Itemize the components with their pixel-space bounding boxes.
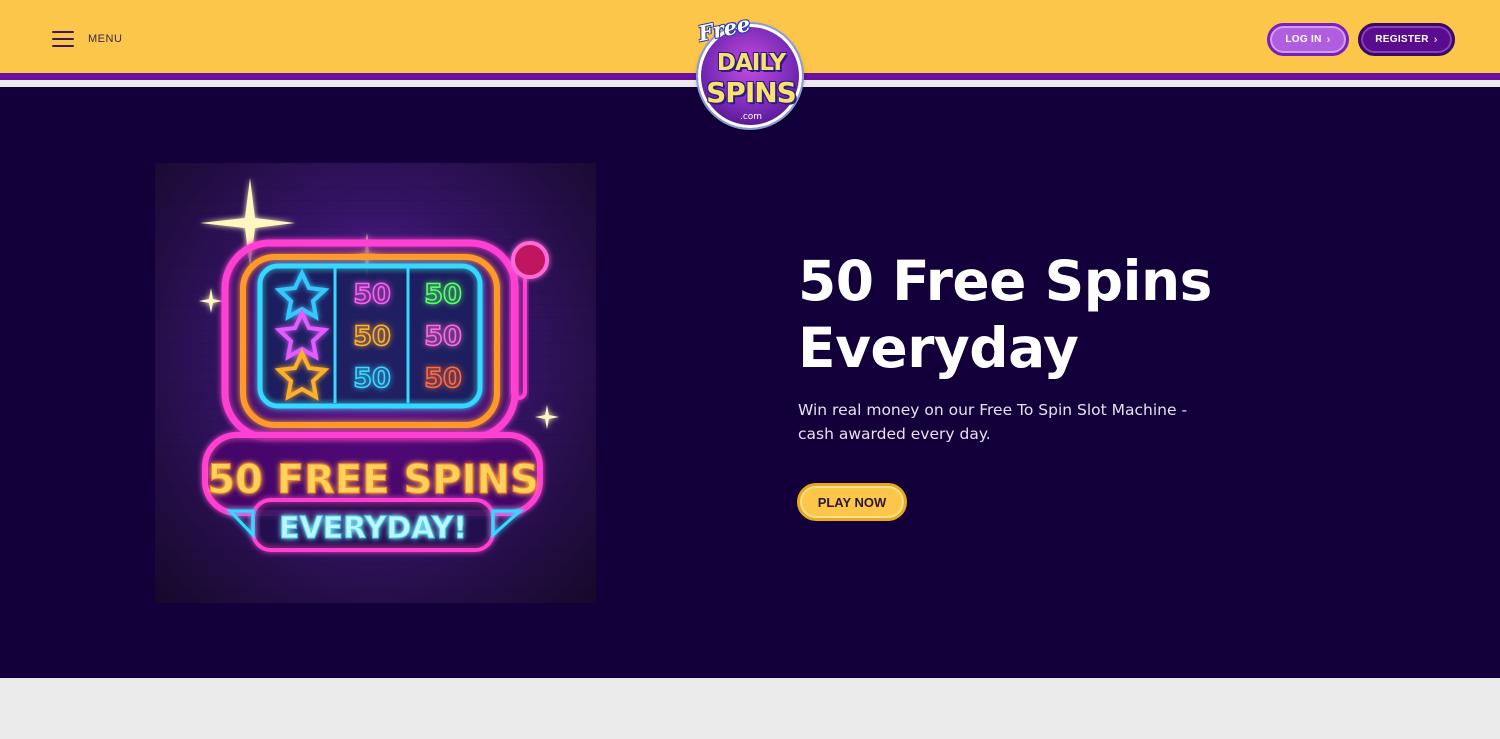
banner-line-2: EVERYDAY!: [279, 511, 467, 546]
slot-machine-promo-image: 50 50 50 50 50 50 50 FREE SPINS EVERYDAY…: [155, 163, 596, 603]
slot-machine-illustration: 50 50 50 50 50 50 50 FREE SPINS EVERYDAY…: [199, 178, 559, 552]
menu-label: MENU: [88, 33, 123, 45]
logo-spins-text: SPINS: [706, 76, 797, 109]
chevron-right-icon: ›: [1433, 33, 1438, 46]
logo-daily-text: DAILY: [716, 50, 786, 76]
reel-value: 50: [353, 321, 391, 352]
register-label: REGISTER: [1375, 34, 1429, 45]
login-button[interactable]: LOG IN ›: [1267, 23, 1349, 56]
hero-title: 50 Free Spins Everyday: [798, 249, 1212, 380]
login-label: LOG IN: [1285, 34, 1322, 45]
reel-value: 50: [353, 363, 391, 394]
content-area: [0, 678, 1500, 739]
banner-line-1: 50 FREE SPINS: [207, 457, 539, 503]
menu-button[interactable]: MENU: [52, 29, 122, 49]
chevron-right-icon: ›: [1326, 33, 1331, 46]
play-now-button[interactable]: PLAY NOW: [797, 483, 907, 521]
reel-value: 50: [424, 321, 462, 352]
logo-com-text: .com: [739, 112, 763, 122]
hero-subtitle: Win real money on our Free To Spin Slot …: [798, 401, 1188, 443]
reel-value: 50: [353, 279, 391, 310]
reel-value: 50: [424, 279, 462, 310]
hamburger-icon: [52, 29, 74, 49]
reel-value: 50: [424, 363, 462, 394]
site-logo[interactable]: Free DAILY SPINS .com: [696, 11, 806, 134]
register-button[interactable]: REGISTER ›: [1358, 23, 1455, 56]
